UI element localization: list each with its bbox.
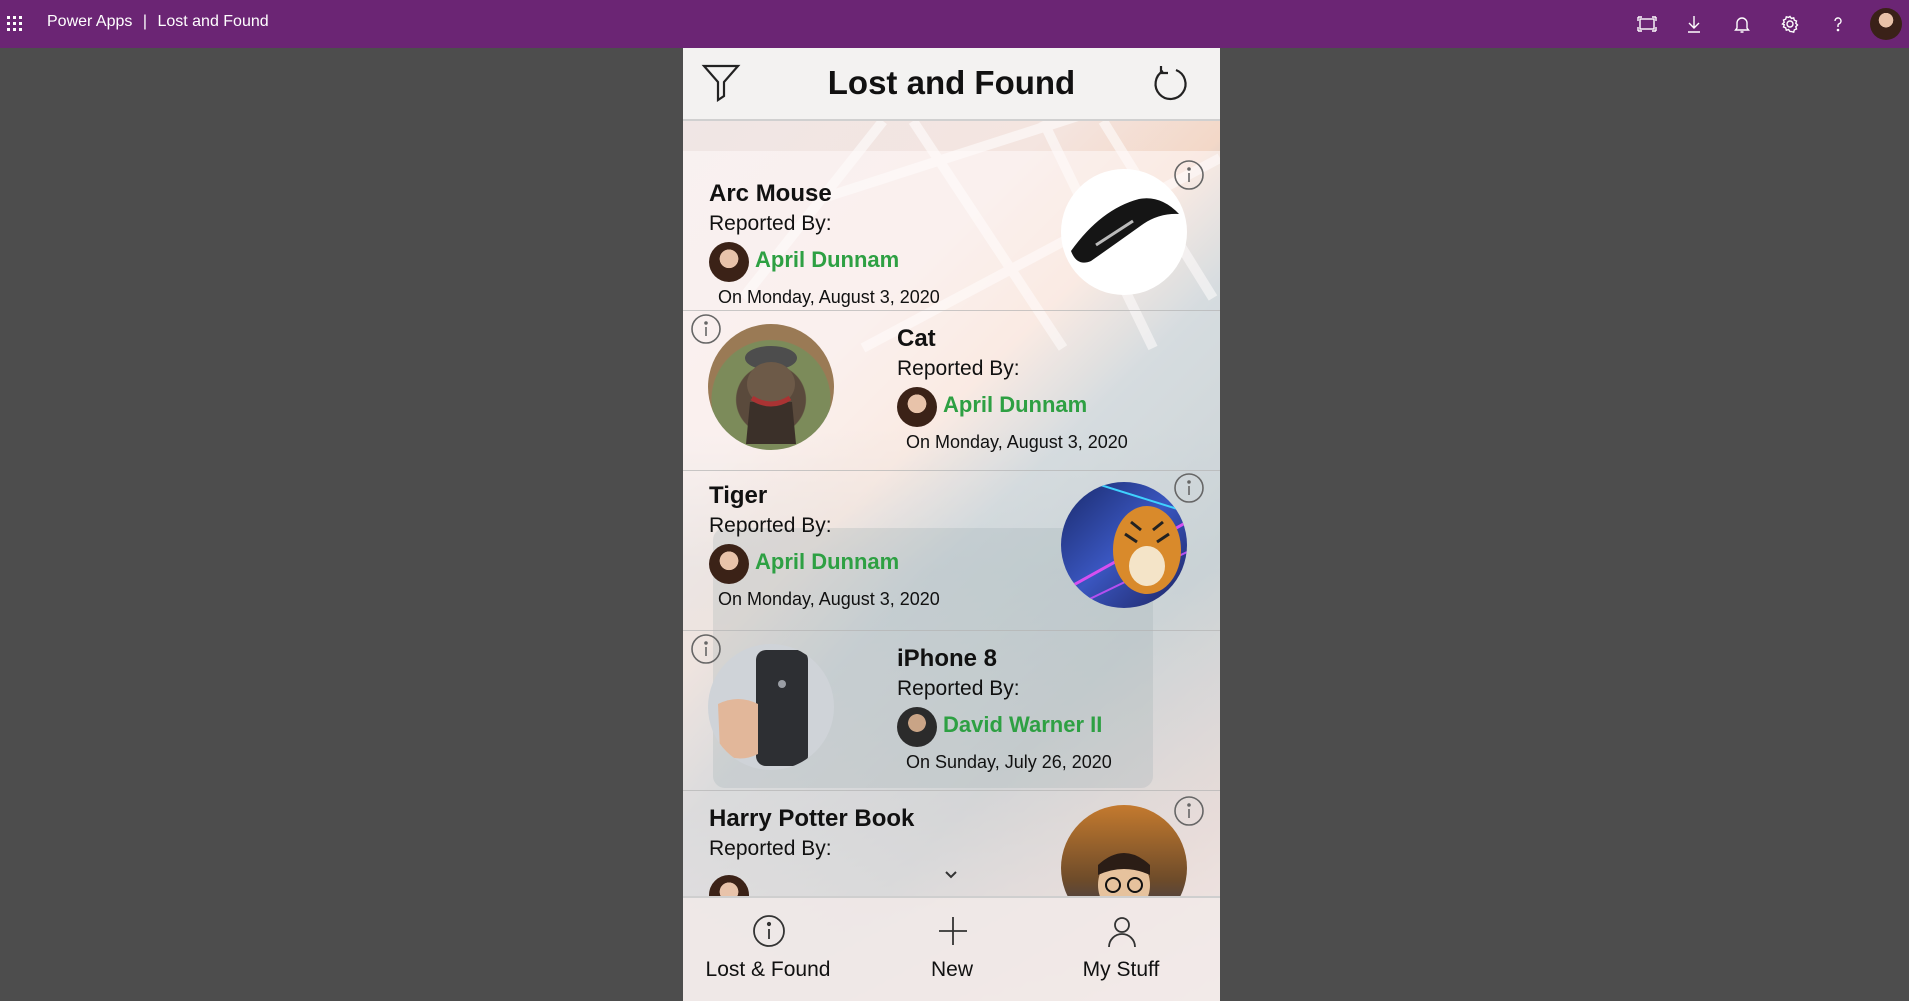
reported-by-label: Reported By: — [897, 677, 1020, 700]
item-name: iPhone 8 — [897, 645, 998, 672]
fit-to-screen-icon[interactable] — [1635, 12, 1659, 36]
reporter-avatar — [709, 875, 749, 896]
product-name: Power Apps — [47, 13, 133, 30]
info-icon — [753, 915, 785, 947]
app-title: Power Apps | Lost and Found — [47, 13, 269, 31]
user-avatar[interactable] — [1870, 8, 1902, 40]
chevron-down-icon[interactable] — [942, 868, 960, 880]
list-item[interactable]: Tiger Reported By: April Dunnam On Monda… — [683, 471, 1220, 631]
item-name: Arc Mouse — [709, 180, 832, 207]
reported-by-label: Reported By: — [709, 212, 832, 235]
info-icon[interactable] — [690, 313, 722, 345]
nav-label: Lost & Found — [705, 958, 831, 981]
item-photo — [1061, 805, 1187, 896]
item-name: Cat — [897, 325, 936, 352]
item-name: Harry Potter Book — [709, 805, 915, 832]
app-name: Lost and Found — [157, 13, 269, 30]
info-icon[interactable] — [690, 633, 722, 665]
report-date: On Monday, August 3, 2020 — [718, 589, 940, 609]
info-icon[interactable] — [1173, 159, 1205, 191]
person-icon — [1108, 917, 1136, 948]
report-date: On Monday, August 3, 2020 — [718, 287, 940, 307]
report-date: On Monday, August 3, 2020 — [906, 432, 1128, 452]
reporter-avatar — [897, 387, 937, 427]
bell-icon[interactable] — [1730, 12, 1754, 36]
reporter-name[interactable]: David Warner II — [943, 712, 1102, 738]
item-photo — [1061, 482, 1187, 608]
list-item[interactable]: Cat Reported By: April Dunnam On Monday,… — [683, 311, 1220, 471]
item-photo — [1061, 169, 1187, 295]
nav-new[interactable]: New — [872, 898, 1032, 1001]
list-item[interactable]: Arc Mouse Reported By: April Dunnam On M… — [683, 151, 1220, 311]
bottom-navigation: Lost & Found New My Stuff — [683, 896, 1220, 1001]
info-icon[interactable] — [1173, 472, 1205, 504]
reported-by-label: Reported By: — [897, 357, 1020, 380]
reporter-name[interactable]: April Dunnam — [943, 392, 1087, 418]
reporter-avatar — [709, 242, 749, 282]
nav-lost-and-found[interactable]: Lost & Found — [688, 898, 848, 1001]
reporter-name[interactable]: April Dunnam — [755, 247, 899, 273]
download-icon[interactable] — [1682, 12, 1706, 36]
refresh-icon[interactable] — [1151, 64, 1189, 102]
item-name: Tiger — [709, 482, 768, 509]
app-header: Lost and Found — [683, 48, 1220, 121]
waffle-icon[interactable] — [7, 16, 23, 32]
reported-by-label: Reported By: — [709, 514, 832, 537]
nav-label: New — [930, 958, 973, 981]
reporter-avatar — [709, 544, 749, 584]
item-photo — [708, 324, 834, 450]
gear-icon[interactable] — [1778, 12, 1802, 36]
list-item[interactable]: iPhone 8 Reported By: David Warner II On… — [683, 631, 1220, 791]
item-photo — [708, 644, 834, 770]
nav-my-stuff[interactable]: My Stuff — [1041, 898, 1201, 1001]
power-apps-topbar: Power Apps | Lost and Found — [0, 0, 1909, 48]
reporter-name[interactable]: April Dunnam — [755, 549, 899, 575]
plus-icon — [939, 917, 967, 945]
help-icon[interactable] — [1826, 12, 1850, 36]
title-separator: | — [142, 13, 147, 30]
items-gallery[interactable]: Arc Mouse Reported By: April Dunnam On M… — [683, 121, 1220, 896]
app-canvas: Lost and Found Arc Mouse Reported By: Ap… — [683, 48, 1220, 1001]
reported-by-label: Reported By: — [709, 837, 832, 860]
reporter-avatar — [897, 707, 937, 747]
nav-label: My Stuff — [1082, 958, 1160, 981]
report-date: On Sunday, July 26, 2020 — [906, 752, 1112, 772]
screen-title: Lost and Found — [827, 64, 1076, 101]
info-icon[interactable] — [1173, 795, 1205, 827]
